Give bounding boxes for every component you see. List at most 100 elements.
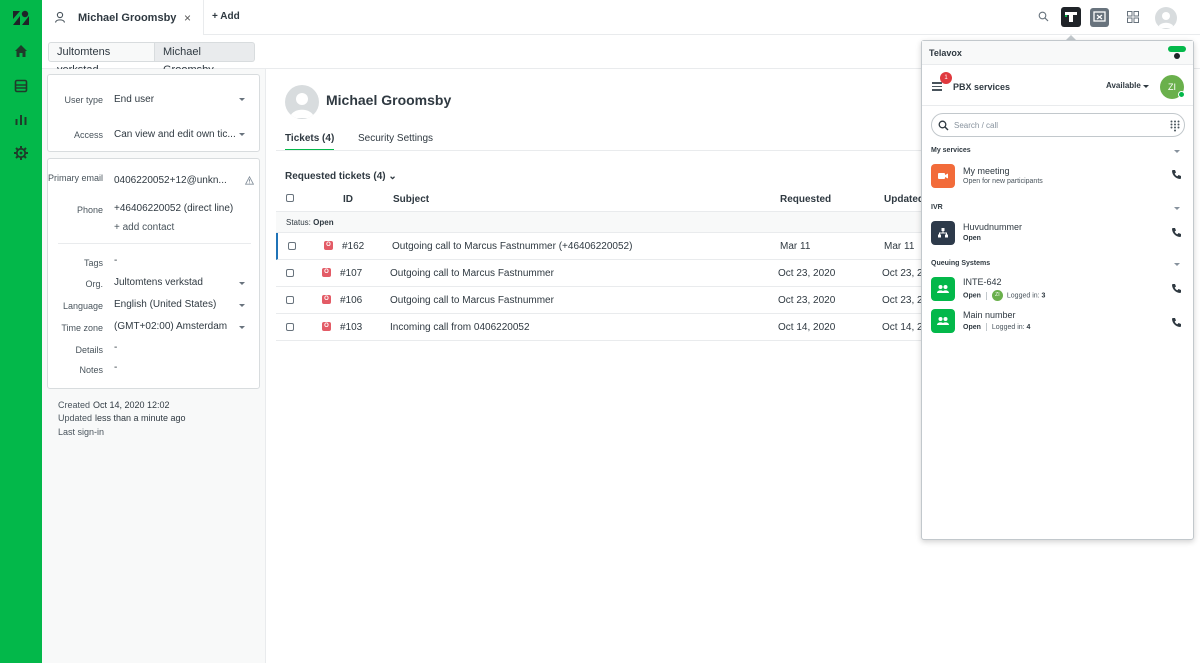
top-bar: Michael Groomsby × + Add <box>42 0 1200 35</box>
table-row[interactable]: O #106 Outgoing call to Marcus Fastnumme… <box>276 287 939 314</box>
user-type-select[interactable]: End user <box>114 94 154 105</box>
row-checkbox[interactable] <box>286 323 294 331</box>
close-tab-icon[interactable]: × <box>184 11 191 25</box>
table-row[interactable]: O #103 Incoming call from 0406220052 Oct… <box>276 314 939 341</box>
language-select[interactable]: English (United States) <box>114 299 216 310</box>
ticket-id[interactable]: #107 <box>340 268 362 279</box>
search-call-input[interactable]: Search / call <box>931 113 1185 137</box>
search-placeholder: Search / call <box>954 121 999 130</box>
video-camera-icon <box>938 173 948 179</box>
status-badge: O <box>322 295 331 304</box>
agent-avatar: ZI <box>991 290 1003 301</box>
service-name[interactable]: Main number <box>963 310 1016 320</box>
phone-icon[interactable] <box>1171 283 1182 294</box>
tags-field[interactable]: - <box>114 255 117 266</box>
chevron-down-icon <box>239 326 245 329</box>
breadcrumb-org[interactable]: Jultomtens verkstad <box>48 42 155 76</box>
created-value: Oct 14, 2020 12:02 <box>93 400 170 410</box>
chevron-down-icon[interactable] <box>1174 207 1180 210</box>
phone-icon[interactable] <box>1171 169 1182 180</box>
table-row[interactable]: O #107 Outgoing call to Marcus Fastnumme… <box>276 260 939 287</box>
add-contact-link[interactable]: + add contact <box>114 222 174 233</box>
add-tab-button[interactable]: + Add <box>212 11 240 22</box>
requested-tickets-dropdown[interactable]: Requested tickets (4) ⌄ <box>285 171 397 182</box>
ticket-subject[interactable]: Outgoing call to Marcus Fastnummer <box>390 295 554 306</box>
column-requested[interactable]: Requested <box>780 194 831 205</box>
availability-dropdown[interactable]: Available <box>1106 81 1141 90</box>
breadcrumb-user[interactable]: Michael Groomsby <box>155 42 255 76</box>
service-status: Open <box>963 235 981 242</box>
details-field[interactable]: - <box>114 342 117 353</box>
search-icon <box>938 120 949 131</box>
home-icon[interactable] <box>13 43 29 59</box>
notes-field[interactable]: - <box>114 362 117 373</box>
chevron-down-icon <box>239 282 245 285</box>
service-status: Open ZI Logged in: 3 <box>963 290 1045 301</box>
dialpad-icon[interactable] <box>1170 120 1180 132</box>
user-icon <box>54 11 66 23</box>
ticket-id[interactable]: #162 <box>342 241 364 252</box>
ticket-subject[interactable]: Incoming call from 0406220052 <box>390 322 530 333</box>
status-group-label: Status: Open <box>286 218 334 227</box>
primary-email-label: Primary email <box>48 173 104 183</box>
reporting-icon[interactable] <box>13 111 29 127</box>
user-tab[interactable]: Michael Groomsby × <box>42 0 204 35</box>
online-status-dot <box>1178 91 1185 98</box>
column-updated[interactable]: Updated <box>884 194 924 205</box>
apps-grid-icon[interactable] <box>1127 11 1139 23</box>
chevron-down-icon <box>1143 85 1149 88</box>
column-id[interactable]: ID <box>343 194 353 205</box>
tab-security-settings[interactable]: Security Settings <box>358 133 433 144</box>
phone-field[interactable]: +46406220052 (direct line) <box>114 203 233 214</box>
chat-app-button[interactable] <box>1090 8 1109 27</box>
telavox-app-button[interactable] <box>1061 7 1081 27</box>
telavox-panel: Telavox 1 PBX services Available ZI Sear… <box>921 40 1194 540</box>
service-name[interactable]: INTE-642 <box>963 277 1002 287</box>
chevron-down-icon[interactable] <box>1174 150 1180 153</box>
menu-icon[interactable] <box>932 82 942 93</box>
status-badge: O <box>324 241 333 250</box>
org-select[interactable]: Jultomtens verkstad <box>114 277 203 288</box>
settings-gear-icon[interactable] <box>13 145 29 161</box>
select-all-checkbox[interactable] <box>286 194 294 202</box>
row-checkbox[interactable] <box>286 296 294 304</box>
chevron-down-icon[interactable] <box>1174 263 1180 266</box>
tab-tickets[interactable]: Tickets (4) <box>285 133 335 151</box>
warning-icon <box>245 176 254 185</box>
zendesk-logo-icon[interactable] <box>12 10 30 26</box>
ticket-subject[interactable]: Outgoing call to Marcus Fastnummer (+464… <box>392 241 632 252</box>
language-label: Language <box>62 301 103 311</box>
details-label: Details <box>75 345 103 355</box>
row-checkbox[interactable] <box>288 242 296 250</box>
group-icon <box>937 317 949 325</box>
table-row[interactable]: O #162 Outgoing call to Marcus Fastnumme… <box>276 233 921 260</box>
search-icon[interactable] <box>1038 11 1049 22</box>
service-name[interactable]: Huvudnummer <box>963 222 1022 232</box>
timezone-select[interactable]: (GMT+02:00) Amsterdam <box>114 321 227 332</box>
tickets-table: ID Subject Requested Updated Status: Ope… <box>276 185 939 341</box>
ticket-requested: Oct 14, 2020 <box>778 322 836 333</box>
phone-icon[interactable] <box>1171 227 1182 238</box>
queue-service-icon <box>931 309 955 333</box>
phone-icon[interactable] <box>1171 317 1182 328</box>
profile-avatar[interactable] <box>1155 7 1177 29</box>
ticket-id[interactable]: #106 <box>340 295 362 306</box>
group-queuing-systems: Queuing Systems <box>931 260 991 267</box>
panel-title: Telavox <box>929 48 962 58</box>
column-subject[interactable]: Subject <box>393 194 429 205</box>
primary-email-field[interactable]: 0406220052+12@unkn... <box>114 175 227 186</box>
ticket-id[interactable]: #103 <box>340 322 362 333</box>
ticket-requested: Oct 23, 2020 <box>778 268 836 279</box>
divider <box>922 105 1193 106</box>
status-badge: O <box>322 322 331 331</box>
ticket-subject[interactable]: Outgoing call to Marcus Fastnummer <box>390 268 554 279</box>
user-avatar <box>285 85 319 119</box>
access-select[interactable]: Can view and edit own tic... <box>114 129 236 140</box>
status-label: Status: <box>286 218 311 227</box>
queue-service-icon <box>931 277 955 301</box>
section-title: PBX services <box>953 82 1011 92</box>
status-open: Open <box>963 323 981 331</box>
service-name[interactable]: My meeting <box>963 166 1010 176</box>
views-icon[interactable] <box>13 78 29 94</box>
row-checkbox[interactable] <box>286 269 294 277</box>
